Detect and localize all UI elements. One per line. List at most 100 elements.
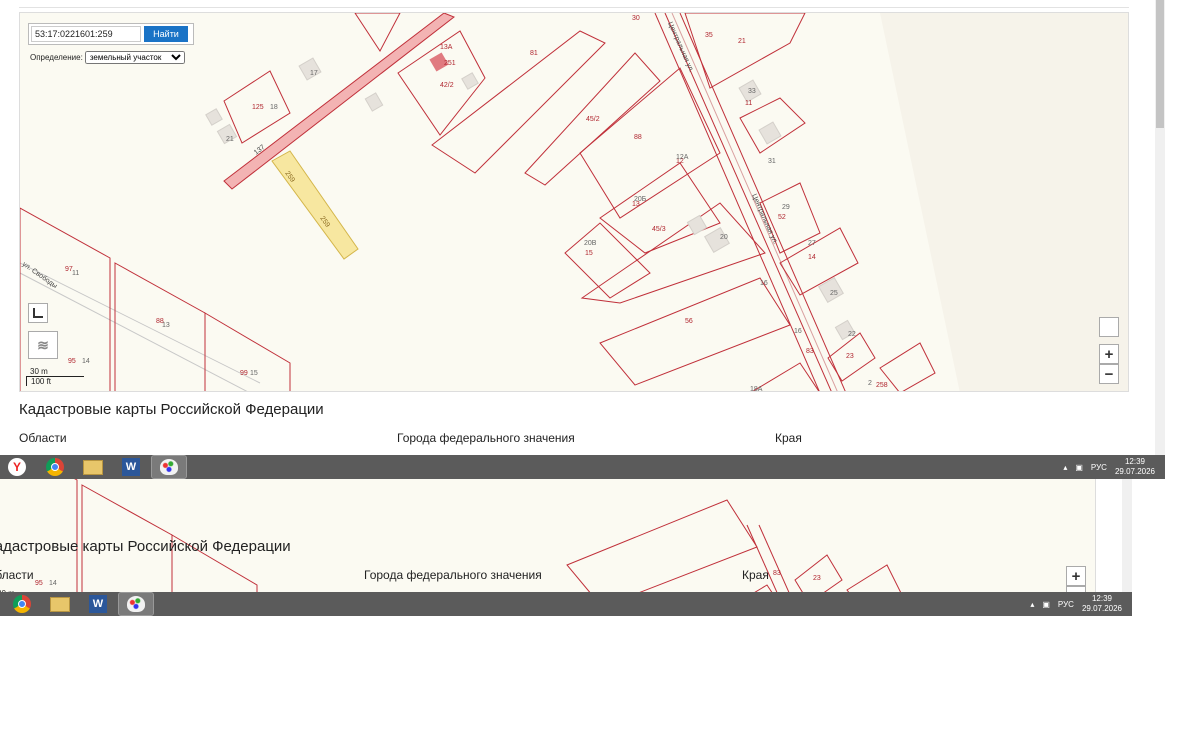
svg-text:83: 83 [806,348,814,355]
file-explorer-icon[interactable] [76,456,110,478]
svg-text:22: 22 [848,331,856,338]
language-indicator[interactable]: РУС [1091,463,1107,472]
svg-text:11: 11 [72,270,79,277]
column-cities-duplicate[interactable]: Города федерального значения [364,568,542,582]
word-icon-duplicate[interactable]: W [81,593,115,615]
svg-text:88: 88 [634,134,642,141]
fullscreen-button[interactable] [28,303,48,323]
svg-text:25: 25 [830,290,838,297]
svg-text:30: 30 [632,15,640,22]
yandex-browser-icon[interactable]: Y [0,456,34,478]
system-tray: ▴ ▣ РУС 12:39 29.07.2026 [1063,455,1155,479]
svg-text:2: 2 [868,380,872,387]
column-oblasti[interactable]: Области [19,431,67,445]
zoom-in-button[interactable]: + [1099,344,1119,364]
definition-label: Определение: [30,53,83,62]
svg-text:16: 16 [794,328,802,335]
scale-imperial: 100 ft [26,377,56,386]
network-icon-duplicate[interactable]: ▣ [1042,600,1050,609]
cadastral-search-box: Найти [28,23,194,45]
svg-text:258: 258 [876,382,888,389]
file-explorer-icon-duplicate[interactable] [43,593,77,615]
svg-text:29: 29 [782,204,790,211]
taskbar: Y W ▴ ▣ РУС 12:39 29.07.2026 [0,455,1165,479]
layers-button[interactable]: ≋ [28,331,58,359]
chrome-icon-duplicate[interactable] [5,593,39,615]
page-heading: Кадастровые карты Российской Федерации [19,401,324,418]
svg-text:13А: 13А [440,44,453,51]
svg-text:18: 18 [270,104,278,111]
tray-chevron-icon-duplicate[interactable]: ▴ [1030,600,1034,609]
paint-icon-duplicate[interactable] [118,592,154,616]
column-oblasti-duplicate[interactable]: Области [0,568,34,582]
svg-text:83: 83 [773,570,781,577]
clock[interactable]: 12:39 29.07.2026 [1115,457,1155,477]
svg-text:20В: 20В [584,240,597,247]
cadastral-number-input[interactable] [31,26,141,42]
vertical-scrollbar[interactable] [1155,0,1165,455]
clock-duplicate[interactable]: 12:39 29.07.2026 [1082,594,1122,614]
svg-text:18А: 18А [750,386,763,392]
svg-text:12А: 12А [676,154,689,161]
clock-time-duplicate: 12:39 [1091,594,1112,603]
svg-text:21: 21 [226,136,234,143]
map-canvas[interactable]: 303521 13А81251 42/212545/2 881112 1345/… [20,13,1129,392]
word-icon[interactable]: W [114,456,148,478]
language-indicator-duplicate[interactable]: РУС [1058,600,1074,609]
taskbar-duplicate: Y W ▴ ▣ РУС 12:39 29.07.2026 [0,592,1132,616]
column-kraya[interactable]: Края [775,431,802,445]
browser-view-top: 30 35 21 13А 81 251 42/2 125 45/2 88 11 12 13 45/… [0,0,1165,479]
vertical-scrollbar-duplicate[interactable] [1122,479,1132,592]
tray-chevron-icon[interactable]: ▴ [1063,463,1067,472]
zoom-out-button[interactable]: − [1099,364,1119,384]
svg-text:33: 33 [748,88,756,95]
column-cities[interactable]: Города федерального значения [397,431,575,445]
yandex-browser-icon-duplicate[interactable]: Y [0,593,1,615]
clock-date-duplicate: 29.07.2026 [1081,604,1122,613]
page-heading-duplicate: Кадастровые карты Российской Федерации [0,538,291,555]
scrollbar-thumb[interactable] [1156,0,1164,128]
fullscreen-icon [33,308,43,318]
clock-date: 29.07.2026 [1114,467,1155,476]
svg-text:81: 81 [530,50,538,57]
svg-text:14: 14 [808,254,816,261]
svg-text:31: 31 [768,158,776,165]
clock-time: 12:39 [1124,457,1145,466]
definition-select[interactable]: земельный участок [84,51,185,64]
cadastral-map[interactable]: 30 35 21 13А 81 251 42/2 125 45/2 88 11 12 13 45/… [19,12,1129,392]
svg-text:56: 56 [685,318,693,325]
svg-text:42/2: 42/2 [440,82,454,89]
svg-text:45/2: 45/2 [586,116,600,123]
svg-text:99: 99 [240,370,248,377]
layers-icon: ≋ [37,336,49,353]
svg-text:14: 14 [82,358,90,365]
column-kraya-duplicate[interactable]: Края [742,568,769,582]
svg-text:15: 15 [250,370,258,377]
svg-text:95: 95 [35,580,43,587]
svg-text:52: 52 [778,214,786,221]
chrome-icon[interactable] [38,456,72,478]
network-icon[interactable]: ▣ [1075,463,1083,472]
zoom-in-button-duplicate[interactable]: + [1066,566,1086,586]
svg-text:16: 16 [760,280,768,287]
svg-text:20Б: 20Б [634,196,647,203]
system-tray-duplicate: ▴ ▣ РУС 12:39 29.07.2026 [1030,592,1122,616]
svg-text:23: 23 [813,575,821,582]
svg-text:35: 35 [705,32,713,39]
svg-text:251: 251 [444,60,456,67]
svg-text:27: 27 [808,240,816,247]
svg-text:15: 15 [585,250,593,257]
paint-icon[interactable] [151,455,187,479]
search-button[interactable]: Найти [144,26,188,42]
scale-bar: 30 m 100 ft [26,367,84,386]
definition-row: Определение: земельный участок [30,51,185,64]
svg-text:11: 11 [745,100,752,107]
svg-text:125: 125 [252,104,264,111]
svg-text:14: 14 [49,580,57,587]
svg-text:45/3: 45/3 [652,226,666,233]
browser-view-bottom: 959983 23258 1415218А 30 m 100 ft + − Ка… [0,479,1132,616]
svg-text:20: 20 [720,234,728,241]
map-blank-button[interactable] [1099,317,1119,337]
svg-text:13: 13 [162,322,170,329]
scale-metric: 30 m [26,367,84,377]
